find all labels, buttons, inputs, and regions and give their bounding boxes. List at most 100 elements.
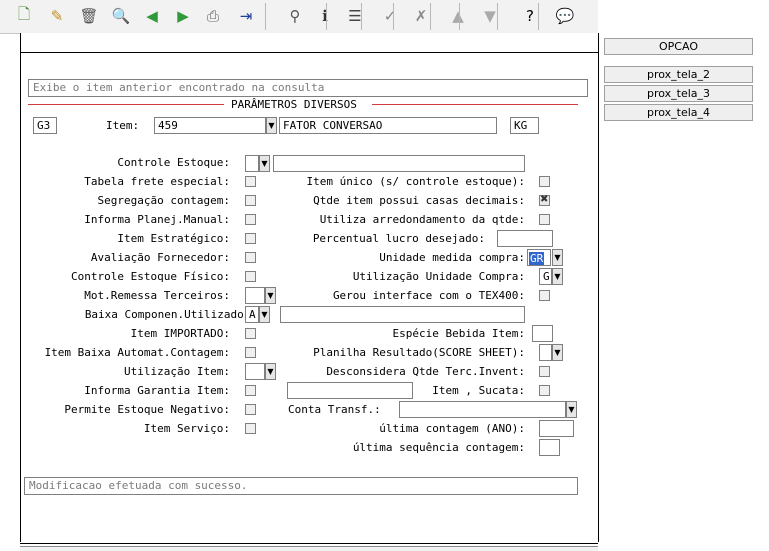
percentual-lucro-field[interactable] — [497, 230, 553, 247]
avaliacao-label: Avaliação Fornecedor: — [90, 251, 230, 264]
utilizacao-item-dropdown[interactable]: ▼ — [265, 363, 276, 380]
unidade-compra-dropdown[interactable]: ▼ — [552, 249, 563, 266]
list-icon[interactable]: ☰ — [343, 4, 367, 28]
planilha-resultado-label: Planilha Resultado(SCORE SHEET): — [313, 346, 525, 359]
percentual-lucro-label: Percentual lucro desejado: — [312, 232, 485, 245]
edit-icon[interactable]: ✎ — [45, 4, 69, 28]
item-estrategico-checkbox[interactable] — [245, 233, 256, 244]
confirm-icon[interactable]: ✓ — [378, 4, 402, 28]
delete-icon[interactable]: 🗑 — [77, 4, 101, 28]
permite-negativo-checkbox[interactable] — [245, 404, 256, 415]
toolbar-separator — [459, 3, 460, 30]
utilizacao-unidade-dropdown[interactable]: ▼ — [552, 268, 563, 285]
new-icon[interactable]: 🗋 — [12, 4, 36, 28]
mot-remessa-label: Mot.Remessa Terceiros: — [84, 289, 230, 302]
unidade-compra-label: Unidade medida compra: — [379, 251, 525, 264]
section-line-left — [28, 104, 224, 105]
baixa-componen-dropdown[interactable]: ▼ — [259, 306, 270, 323]
ultima-sequencia-label: última sequência contagem: — [352, 441, 525, 454]
prox-tela-3-button[interactable]: prox_tela_3 — [604, 85, 753, 102]
conta-transf-dropdown[interactable]: ▼ — [566, 401, 577, 418]
frame-divider — [20, 543, 598, 544]
unidade-compra-select[interactable]: GR — [527, 249, 551, 266]
up-icon[interactable]: ▲ — [446, 4, 470, 28]
utilizacao-item-select[interactable] — [245, 363, 265, 380]
mot-remessa-select[interactable] — [245, 287, 265, 304]
toolbar-separator — [361, 3, 362, 30]
utilizacao-item-label: Utilização Item: — [124, 365, 230, 378]
conta-transf-label: Conta Transf.: — [288, 403, 381, 416]
desconsidera-label: Desconsidera Qtde Terc.Invent: — [326, 365, 525, 378]
opcao-button[interactable]: OPCAO — [604, 38, 753, 55]
utiliza-arredondamento-checkbox[interactable] — [539, 214, 550, 225]
especie-bebida-label: Espécie Bebida Item: — [392, 327, 525, 340]
baixa-componen-select[interactable]: A — [245, 306, 259, 323]
status-message: Modificacao efetuada com sucesso. — [24, 477, 578, 495]
tabela-frete-checkbox[interactable] — [245, 176, 256, 187]
segregacao-label: Segregação contagem: — [97, 194, 230, 207]
chat-icon[interactable]: 💬 — [553, 4, 577, 28]
informa-garantia-checkbox[interactable] — [245, 385, 256, 396]
gerou-interface-checkbox[interactable] — [539, 290, 550, 301]
previous-icon[interactable]: ◀ — [140, 4, 164, 28]
item-unico-label: Item único (s/ controle estoque): — [306, 175, 525, 188]
qtde-casas-checkbox[interactable] — [539, 194, 550, 206]
toolbar-separator — [538, 3, 539, 30]
desconsidera-checkbox[interactable] — [539, 366, 550, 377]
planilha-resultado-dropdown[interactable]: ▼ — [552, 344, 563, 361]
controle-fisico-checkbox[interactable] — [245, 271, 256, 282]
down-icon[interactable]: ▼ — [478, 4, 502, 28]
controle-estoque-dropdown[interactable]: ▼ — [259, 155, 270, 172]
mot-remessa-dropdown[interactable]: ▼ — [265, 287, 276, 304]
unit-field: KG — [510, 117, 539, 134]
item-baixa-automat-checkbox[interactable] — [245, 347, 256, 358]
segregacao-checkbox[interactable] — [245, 195, 256, 206]
frame-divider — [20, 52, 598, 53]
garantia-field[interactable] — [287, 382, 413, 399]
gerou-interface-label: Gerou interface com o TEX400: — [332, 289, 525, 302]
search-icon[interactable]: 🔍 — [109, 4, 133, 28]
item-importado-checkbox[interactable] — [245, 328, 256, 339]
section-title: PARÂMETROS DIVERSOS — [231, 98, 357, 111]
qtde-casas-label: Qtde item possui casas decimais: — [313, 194, 525, 207]
info-icon[interactable]: ℹ — [313, 4, 337, 28]
especie-bebida-field[interactable] — [532, 325, 553, 342]
prox-tela-2-button[interactable]: prox_tela_2 — [604, 66, 753, 83]
permite-negativo-label: Permite Estoque Negativo: — [64, 403, 230, 416]
item-unico-checkbox[interactable] — [539, 176, 550, 187]
prox-tela-4-button[interactable]: prox_tela_4 — [604, 104, 753, 121]
toolbar-separator — [265, 3, 266, 30]
utilizacao-unidade-label: Utilização Unidade Compra: — [352, 270, 525, 283]
binoculars-icon[interactable]: ⚲ — [283, 4, 307, 28]
item-sucata-checkbox[interactable] — [539, 385, 550, 396]
item-estrategico-label: Item Estratégico: — [117, 232, 230, 245]
baixa-componen-description — [280, 306, 525, 323]
item-description-field: FATOR CONVERSAO — [279, 117, 497, 134]
ultima-contagem-field[interactable] — [539, 420, 574, 437]
bottom-strip — [20, 546, 598, 551]
avaliacao-checkbox[interactable] — [245, 252, 256, 263]
toolbar-separator — [430, 3, 431, 30]
unidade-compra-value: GR — [529, 252, 545, 265]
item-servico-label: Item Serviço: — [143, 422, 230, 435]
company-field[interactable]: G3 — [33, 117, 57, 134]
item-lookup-button[interactable]: ▼ — [266, 117, 277, 134]
informa-planej-label: Informa Planej.Manual: — [84, 213, 230, 226]
toolbar: 🗋 ✎ 🗑 🔍 ◀ ▶ ⎙ ⇥ ⚲ ℹ ☰ ✓ ✗ ▲ ▼? 💬 — [0, 0, 598, 34]
exit-icon[interactable]: ⇥ — [234, 4, 258, 28]
informa-planej-checkbox[interactable] — [245, 214, 256, 225]
controle-estoque-select[interactable] — [245, 155, 259, 172]
print-icon[interactable]: ⎙ — [201, 4, 225, 28]
next-icon[interactable]: ▶ — [171, 4, 195, 28]
utilizacao-unidade-select[interactable]: G — [539, 268, 552, 285]
item-label: Item: — [106, 119, 140, 132]
conta-transf-select[interactable] — [399, 401, 566, 418]
item-servico-checkbox[interactable] — [245, 423, 256, 434]
utiliza-arredondamento-label: Utiliza arredondamento da qtde: — [319, 213, 525, 226]
item-code-field[interactable]: 459 — [154, 117, 266, 134]
controle-fisico-label: Controle Estoque Físico: — [71, 270, 230, 283]
planilha-resultado-select[interactable] — [539, 344, 552, 361]
toolbar-separator — [497, 3, 498, 30]
item-sucata-label: Item , Sucata: — [432, 384, 525, 397]
ultima-sequencia-field[interactable] — [539, 439, 560, 456]
